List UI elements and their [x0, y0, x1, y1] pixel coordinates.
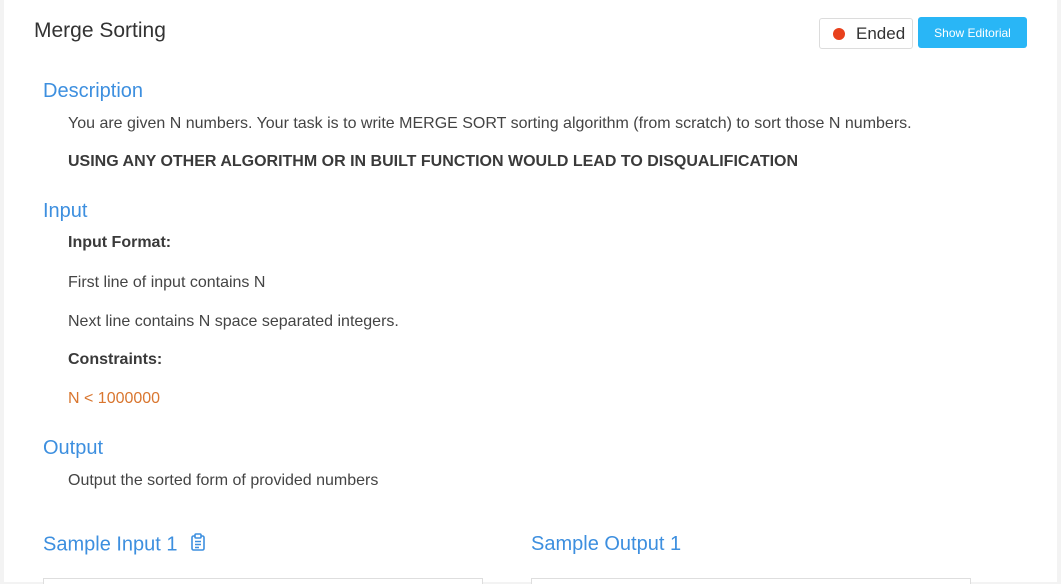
input-format-line-2: Next line contains N space separated int…: [68, 313, 399, 330]
sample-input-box: [43, 578, 483, 584]
output-text: Output the sorted form of provided numbe…: [68, 472, 379, 489]
input-heading: Input: [43, 200, 88, 222]
constraint-value: N < 1000000: [68, 390, 161, 407]
sample-output-heading: Sample Output 1: [531, 533, 682, 555]
description-text: You are given N numbers. Your task is to…: [68, 115, 912, 132]
page-title: Merge Sorting: [34, 19, 166, 42]
show-editorial-button[interactable]: Show Editorial: [918, 17, 1027, 48]
sample-input-title: Sample Input 1: [43, 533, 178, 556]
sample-output-box: [531, 578, 971, 584]
status-dot-icon: [833, 27, 845, 40]
problem-card: Merge Sorting Ended Show Editorial Descr…: [4, 0, 1057, 584]
input-format-line-1: First line of input contains N: [68, 274, 266, 291]
clipboard-icon[interactable]: [190, 533, 206, 557]
constraints-label: Constraints:: [68, 351, 163, 368]
description-heading: Description: [43, 80, 144, 102]
sample-input-heading: Sample Input 1: [43, 533, 206, 557]
status-badge: Ended: [819, 18, 913, 49]
status-label: Ended: [856, 23, 906, 43]
input-format-label: Input Format:: [68, 234, 172, 251]
output-heading: Output: [43, 437, 104, 459]
disqualification-warning: USING ANY OTHER ALGORITHM OR IN BUILT FU…: [68, 153, 799, 170]
